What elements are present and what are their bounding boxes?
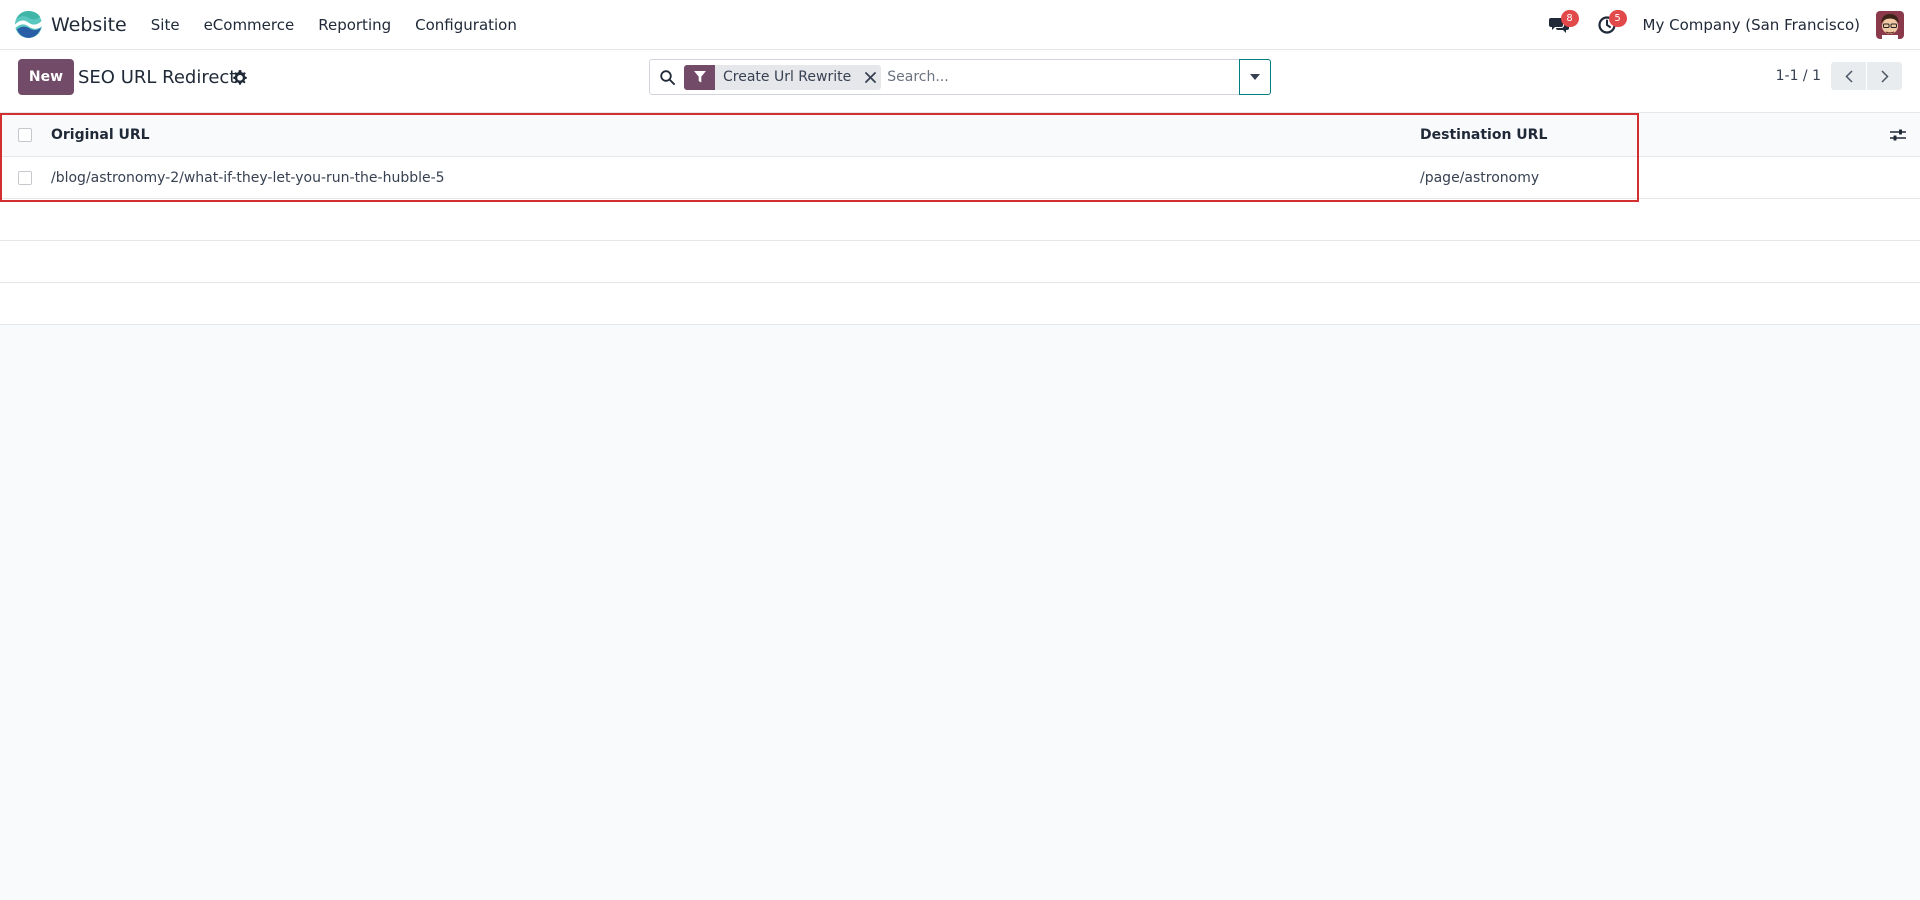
search-bar: Create Url Rewrite (649, 59, 1240, 95)
search-button[interactable] (650, 60, 684, 94)
filter-icon (684, 64, 715, 90)
menu-item-site[interactable]: Site (139, 0, 192, 50)
messages-badge: 8 (1560, 10, 1579, 27)
messages-button[interactable]: 8 (1541, 0, 1579, 50)
user-avatar[interactable] (1876, 11, 1904, 39)
activities-badge: 5 (1608, 10, 1627, 27)
pager: 1-1 / 1 (1776, 62, 1902, 90)
optional-columns-toggle[interactable] (1888, 125, 1908, 145)
search-input[interactable] (885, 62, 1239, 92)
gear-icon[interactable] (232, 70, 248, 86)
menu-item-configuration[interactable]: Configuration (403, 0, 529, 50)
empty-row (0, 199, 1920, 241)
cell-original-url[interactable]: /blog/astronomy-2/what-if-they-let-you-r… (51, 157, 445, 199)
facet-label: Create Url Rewrite (723, 69, 852, 85)
new-button[interactable]: New (18, 59, 74, 95)
sliders-icon (1890, 129, 1906, 141)
list-view: Original URL Destination URL /blog/astro… (0, 113, 1920, 325)
avatar-icon (1876, 11, 1904, 39)
company-switcher[interactable]: My Company (San Francisco) (1643, 16, 1860, 34)
systray: 8 5 My Company (San Francisco) (1541, 0, 1920, 50)
row-checkbox[interactable] (18, 170, 32, 185)
facet-remove-button[interactable] (859, 65, 881, 90)
top-navbar: Website Site eCommerce Reporting Configu… (0, 0, 1920, 50)
menu-item-ecommerce[interactable]: eCommerce (192, 0, 307, 50)
chevron-right-icon (1880, 69, 1889, 83)
cell-destination-url[interactable]: /page/astronomy (1420, 157, 1539, 199)
select-all-checkbox[interactable] (18, 127, 32, 142)
list-header: Original URL Destination URL (0, 113, 1920, 157)
caret-down-icon (1250, 74, 1260, 80)
page-title: SEO URL Redirect (78, 67, 237, 88)
app-name: Website (51, 13, 127, 36)
control-panel: New SEO URL Redirect Create Url Rewrite (0, 50, 1920, 113)
app-logo-icon (14, 10, 43, 39)
search-options-toggle[interactable] (1239, 59, 1271, 95)
search-facet: Create Url Rewrite (684, 64, 882, 90)
empty-row (0, 241, 1920, 283)
activities-button[interactable]: 5 (1589, 0, 1627, 50)
menu-item-reporting[interactable]: Reporting (306, 0, 403, 50)
column-header-destination-url[interactable]: Destination URL (1420, 113, 1547, 157)
empty-row (0, 283, 1920, 325)
table-row[interactable]: /blog/astronomy-2/what-if-they-let-you-r… (0, 157, 1920, 199)
pager-next-button[interactable] (1867, 62, 1902, 90)
close-icon (864, 71, 876, 83)
main-menu: Site eCommerce Reporting Configuration (139, 0, 529, 50)
search-icon (659, 69, 675, 85)
column-header-original-url[interactable]: Original URL (51, 113, 150, 157)
pager-value[interactable]: 1-1 / 1 (1776, 68, 1821, 84)
app-brand[interactable]: Website (14, 0, 127, 50)
pager-previous-button[interactable] (1831, 62, 1866, 90)
chevron-left-icon (1844, 69, 1853, 83)
